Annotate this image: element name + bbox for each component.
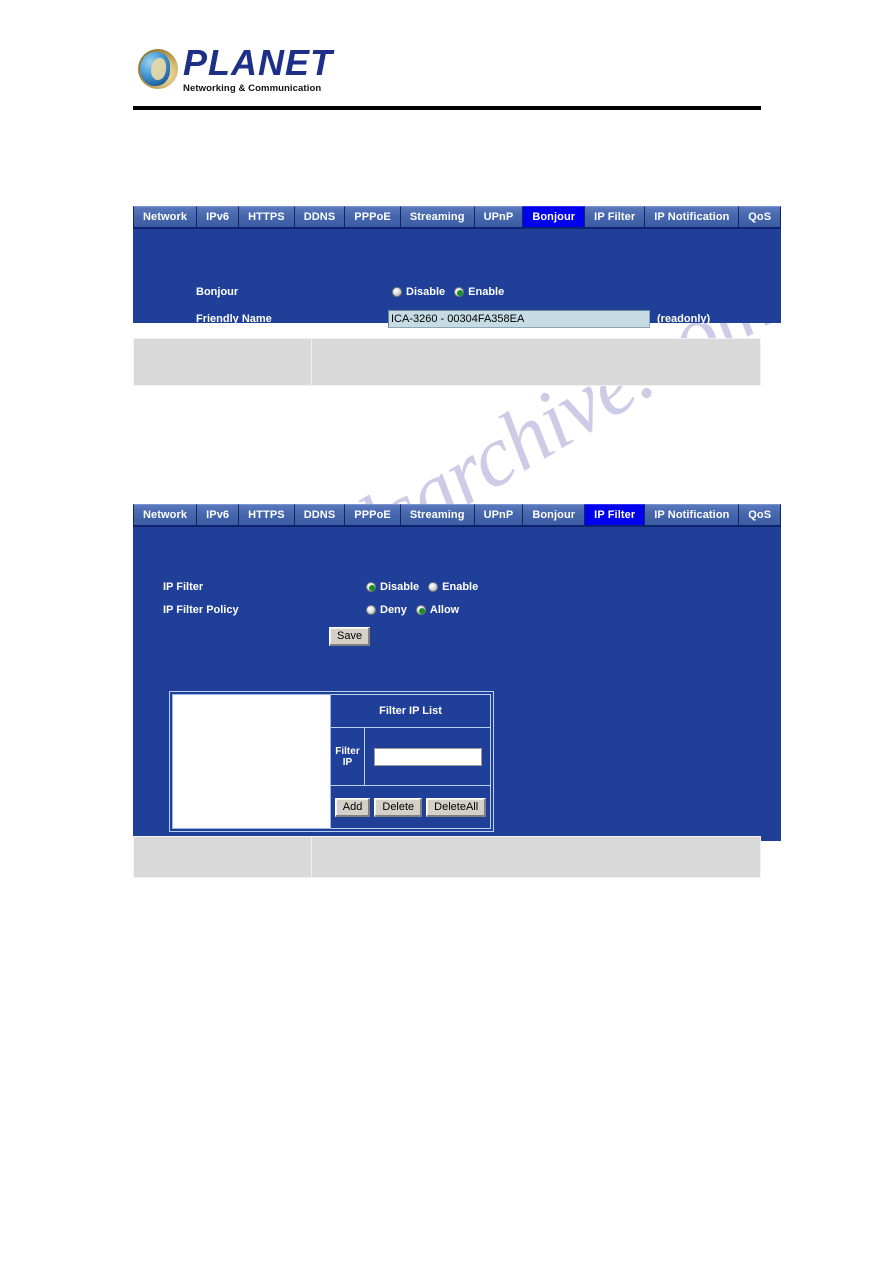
brand-name: PLANET — [183, 42, 333, 83]
ip-filter-enable-row: IP Filter Disable Enable — [163, 581, 478, 593]
bonjour-tabbar: Network IPv6 HTTPS DDNS PPPoE Streaming … — [133, 206, 781, 227]
tab-ip-filter[interactable]: IP Filter — [585, 206, 646, 227]
delete-button[interactable]: Delete — [374, 797, 423, 817]
tab-streaming[interactable]: Streaming — [400, 504, 475, 525]
ip-filter-policy-radio-group: Deny Allow — [366, 604, 459, 616]
tab-upnp[interactable]: UPnP — [474, 206, 524, 227]
filter-ip-input-cell — [365, 728, 490, 785]
note-cell-description — [312, 837, 760, 877]
tab-ip-notification[interactable]: IP Notification — [645, 504, 740, 525]
bonjour-radio-disable-label: Disable — [406, 286, 446, 298]
note-cell-label — [134, 339, 312, 385]
ip-filter-panel-body: IP Filter Disable Enable IP Filter Polic… — [133, 525, 781, 841]
tab-ddns[interactable]: DDNS — [294, 504, 346, 525]
bonjour-radio-enable-label: Enable — [468, 286, 505, 298]
tab-ipv6[interactable]: IPv6 — [197, 504, 240, 525]
tab-upnp[interactable]: UPnP — [474, 504, 524, 525]
ip-filter-policy-radio-allow[interactable]: Allow — [415, 604, 460, 616]
filter-ip-entry-row: Filter IP — [331, 728, 490, 786]
bonjour-radio-disable[interactable]: Disable — [392, 286, 445, 298]
bonjour-settings-panel: Network IPv6 HTTPS DDNS PPPoE Streaming … — [133, 206, 781, 328]
tab-ip-notification[interactable]: IP Notification — [645, 206, 740, 227]
bonjour-panel-body: Bonjour Disable Enable Friendly Name (re… — [133, 227, 781, 328]
ip-filter-radio-disable[interactable]: Disable — [366, 581, 419, 593]
ip-filter-note-table — [133, 836, 761, 878]
tab-bonjour[interactable]: Bonjour — [523, 206, 586, 227]
brand-text: PLANET Networking & Communication — [183, 42, 333, 95]
radio-icon-unselected[interactable] — [366, 605, 376, 615]
tab-ddns[interactable]: DDNS — [294, 206, 346, 227]
page-header: PLANET Networking & Communication — [133, 42, 761, 120]
tab-ipv6[interactable]: IPv6 — [197, 206, 240, 227]
friendly-name-input[interactable] — [388, 310, 650, 328]
friendly-name-label: Friendly Name — [196, 313, 272, 325]
radio-icon-selected[interactable] — [366, 582, 376, 592]
filter-ip-label: Filter IP — [331, 728, 365, 785]
delete-all-button[interactable]: DeleteAll — [426, 797, 487, 817]
ip-filter-settings-panel: Network IPv6 HTTPS DDNS PPPoE Streaming … — [133, 504, 781, 841]
ip-filter-policy-row: IP Filter Policy Deny Allow — [163, 604, 459, 616]
note-cell-description — [312, 339, 760, 385]
ip-filter-radio-group: Disable Enable — [366, 581, 478, 593]
radio-icon-selected[interactable] — [454, 287, 465, 297]
tab-pppoe[interactable]: PPPoE — [345, 206, 401, 227]
bonjour-radio-enable[interactable]: Enable — [454, 286, 504, 298]
radio-icon-selected[interactable] — [415, 605, 426, 615]
ip-filter-policy-label: IP Filter Policy — [163, 604, 239, 616]
tab-ip-filter[interactable]: IP Filter — [585, 504, 646, 525]
friendly-name-readonly-note: (readonly) — [657, 313, 711, 325]
bonjour-note-table — [133, 338, 761, 386]
tab-streaming[interactable]: Streaming — [400, 206, 475, 227]
header-divider — [133, 106, 761, 110]
ip-filter-policy-deny-label: Deny — [380, 604, 407, 616]
tab-https[interactable]: HTTPS — [239, 504, 295, 525]
tab-network[interactable]: Network — [133, 206, 198, 227]
tab-qos[interactable]: QoS — [739, 206, 781, 227]
bonjour-enable-row: Bonjour Disable Enable — [196, 286, 504, 298]
brand-tagline: Networking & Communication — [183, 83, 322, 94]
ip-filter-policy-allow-label: Allow — [429, 604, 460, 616]
filter-ip-list-header: Filter IP List — [331, 695, 490, 728]
tab-https[interactable]: HTTPS — [239, 206, 295, 227]
tab-network[interactable]: Network — [133, 504, 198, 525]
filter-ip-list-table: Filter IP List Filter IP Add Delete Dele… — [169, 691, 494, 832]
radio-icon-unselected[interactable] — [428, 582, 439, 592]
friendly-name-row: Friendly Name (readonly) — [196, 310, 710, 328]
ip-filter-tabbar: Network IPv6 HTTPS DDNS PPPoE Streaming … — [133, 504, 781, 525]
bonjour-radio-group: Disable Enable — [392, 286, 504, 298]
radio-icon-unselected[interactable] — [392, 287, 402, 297]
tab-pppoe[interactable]: PPPoE — [345, 504, 401, 525]
ip-filter-radio-disable-label: Disable — [380, 581, 420, 593]
globe-icon — [138, 49, 178, 89]
document-page: manualsarchive.com PLANET Networking & C… — [0, 0, 893, 1263]
add-button[interactable]: Add — [334, 797, 371, 817]
brand-logo: PLANET Networking & Communication — [133, 42, 761, 102]
tab-bonjour[interactable]: Bonjour — [523, 504, 586, 525]
bonjour-label: Bonjour — [196, 286, 239, 298]
ip-filter-radio-enable-label: Enable — [442, 581, 479, 593]
filter-ip-listbox[interactable] — [172, 694, 331, 829]
note-cell-label — [134, 837, 312, 877]
ip-filter-policy-radio-deny[interactable]: Deny — [366, 604, 407, 616]
filter-ip-controls: Filter IP List Filter IP Add Delete Dele… — [331, 694, 491, 829]
filter-ip-input[interactable] — [373, 747, 482, 766]
ip-filter-radio-enable[interactable]: Enable — [428, 581, 478, 593]
save-button[interactable]: Save — [329, 627, 371, 646]
ip-filter-label: IP Filter — [163, 581, 204, 593]
tab-qos[interactable]: QoS — [739, 504, 781, 525]
filter-ip-action-buttons: Add Delete DeleteAll — [331, 786, 490, 828]
